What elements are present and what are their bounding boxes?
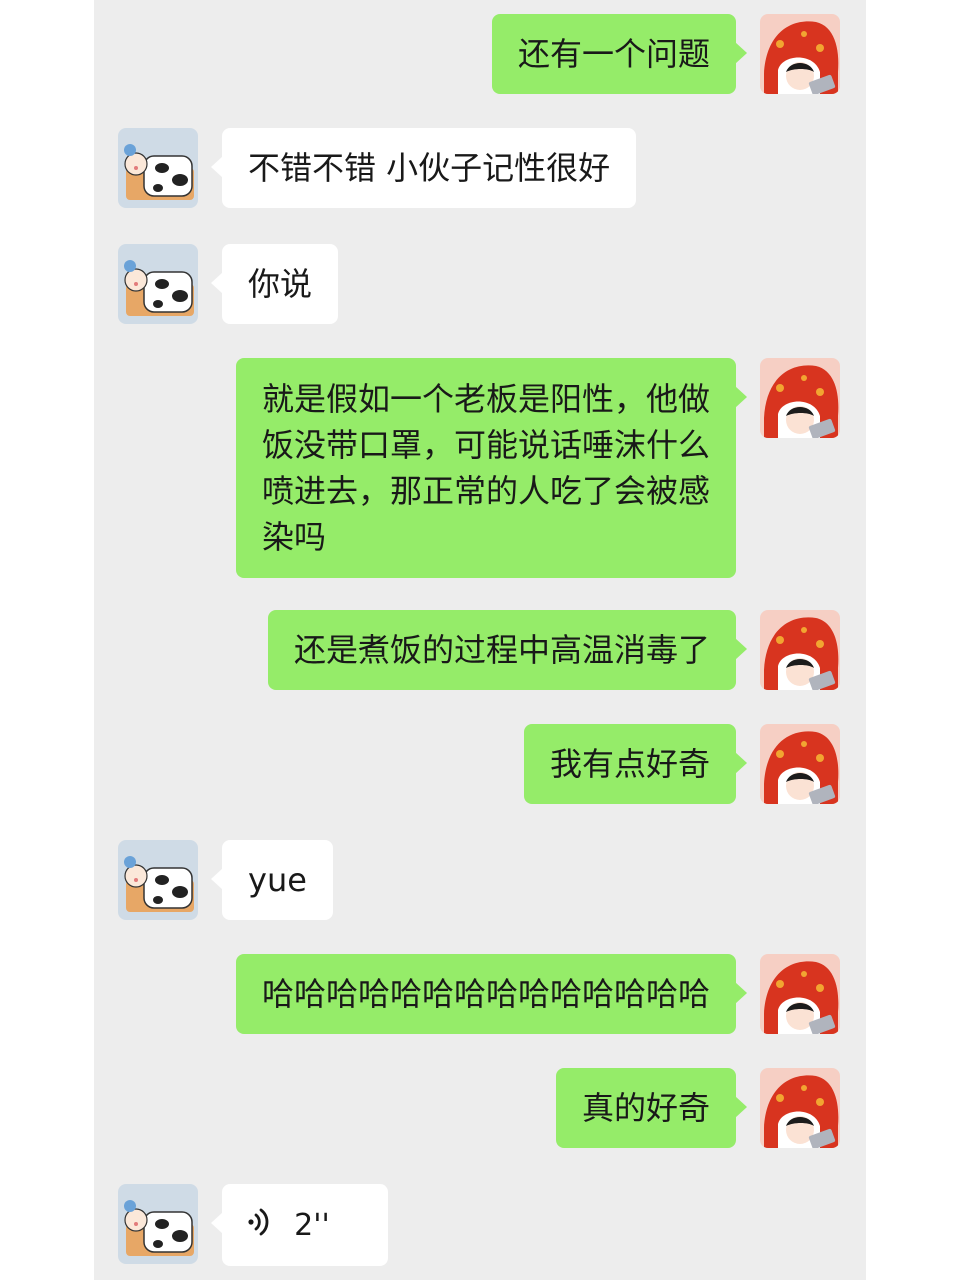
message-line: 就是假如一个老板是阳性，他做 — [261, 380, 710, 418]
message-bubble-outgoing[interactable]: 真的好奇 — [555, 1068, 748, 1148]
self-avatar[interactable] — [760, 358, 840, 438]
message-line: 饭没带口罩，可能说话唾沫什么 — [261, 426, 710, 464]
voice-message-bubble[interactable]: 2'' — [211, 1184, 388, 1266]
message-bubble-outgoing[interactable]: 哈哈哈哈哈哈哈哈哈哈哈哈哈哈 — [235, 954, 748, 1034]
self-avatar[interactable] — [760, 14, 840, 94]
message-bubble-outgoing[interactable]: 还是煮饭的过程中高温消毒了 — [267, 610, 748, 690]
message-bubble-incoming[interactable]: 不错不错 小伙子记性很好 — [210, 128, 637, 208]
message-bubble-outgoing[interactable]: 就是假如一个老板是阳性，他做 饭没带口罩，可能说话唾沫什么 喷进去，那正常的人吃… — [235, 358, 748, 578]
contact-avatar[interactable] — [118, 840, 198, 920]
contact-avatar[interactable] — [118, 128, 198, 208]
contact-avatar[interactable] — [118, 244, 198, 324]
message-line: 染吗 — [261, 518, 326, 556]
message-bubble-incoming[interactable]: yue — [211, 840, 333, 920]
contact-avatar[interactable] — [118, 1184, 198, 1264]
self-avatar[interactable] — [760, 1068, 840, 1148]
message-line: 喷进去，那正常的人吃了会被感 — [261, 472, 710, 510]
voice-duration: 2'' — [294, 1208, 330, 1243]
self-avatar[interactable] — [760, 610, 840, 690]
chat-message-list[interactable]: 还有一个问题 不错不错 小伙子记性很好 你说 就是假如一个老板是阳性，他做 饭没… — [94, 0, 866, 1280]
message-bubble-outgoing[interactable]: 还有一个问题 — [491, 14, 748, 94]
message-bubble-outgoing[interactable]: 我有点好奇 — [523, 724, 748, 804]
self-avatar[interactable] — [760, 954, 840, 1034]
self-avatar[interactable] — [760, 724, 840, 804]
message-bubble-incoming[interactable]: 你说 — [210, 244, 339, 324]
voice-wave-icon — [248, 1203, 270, 1249]
